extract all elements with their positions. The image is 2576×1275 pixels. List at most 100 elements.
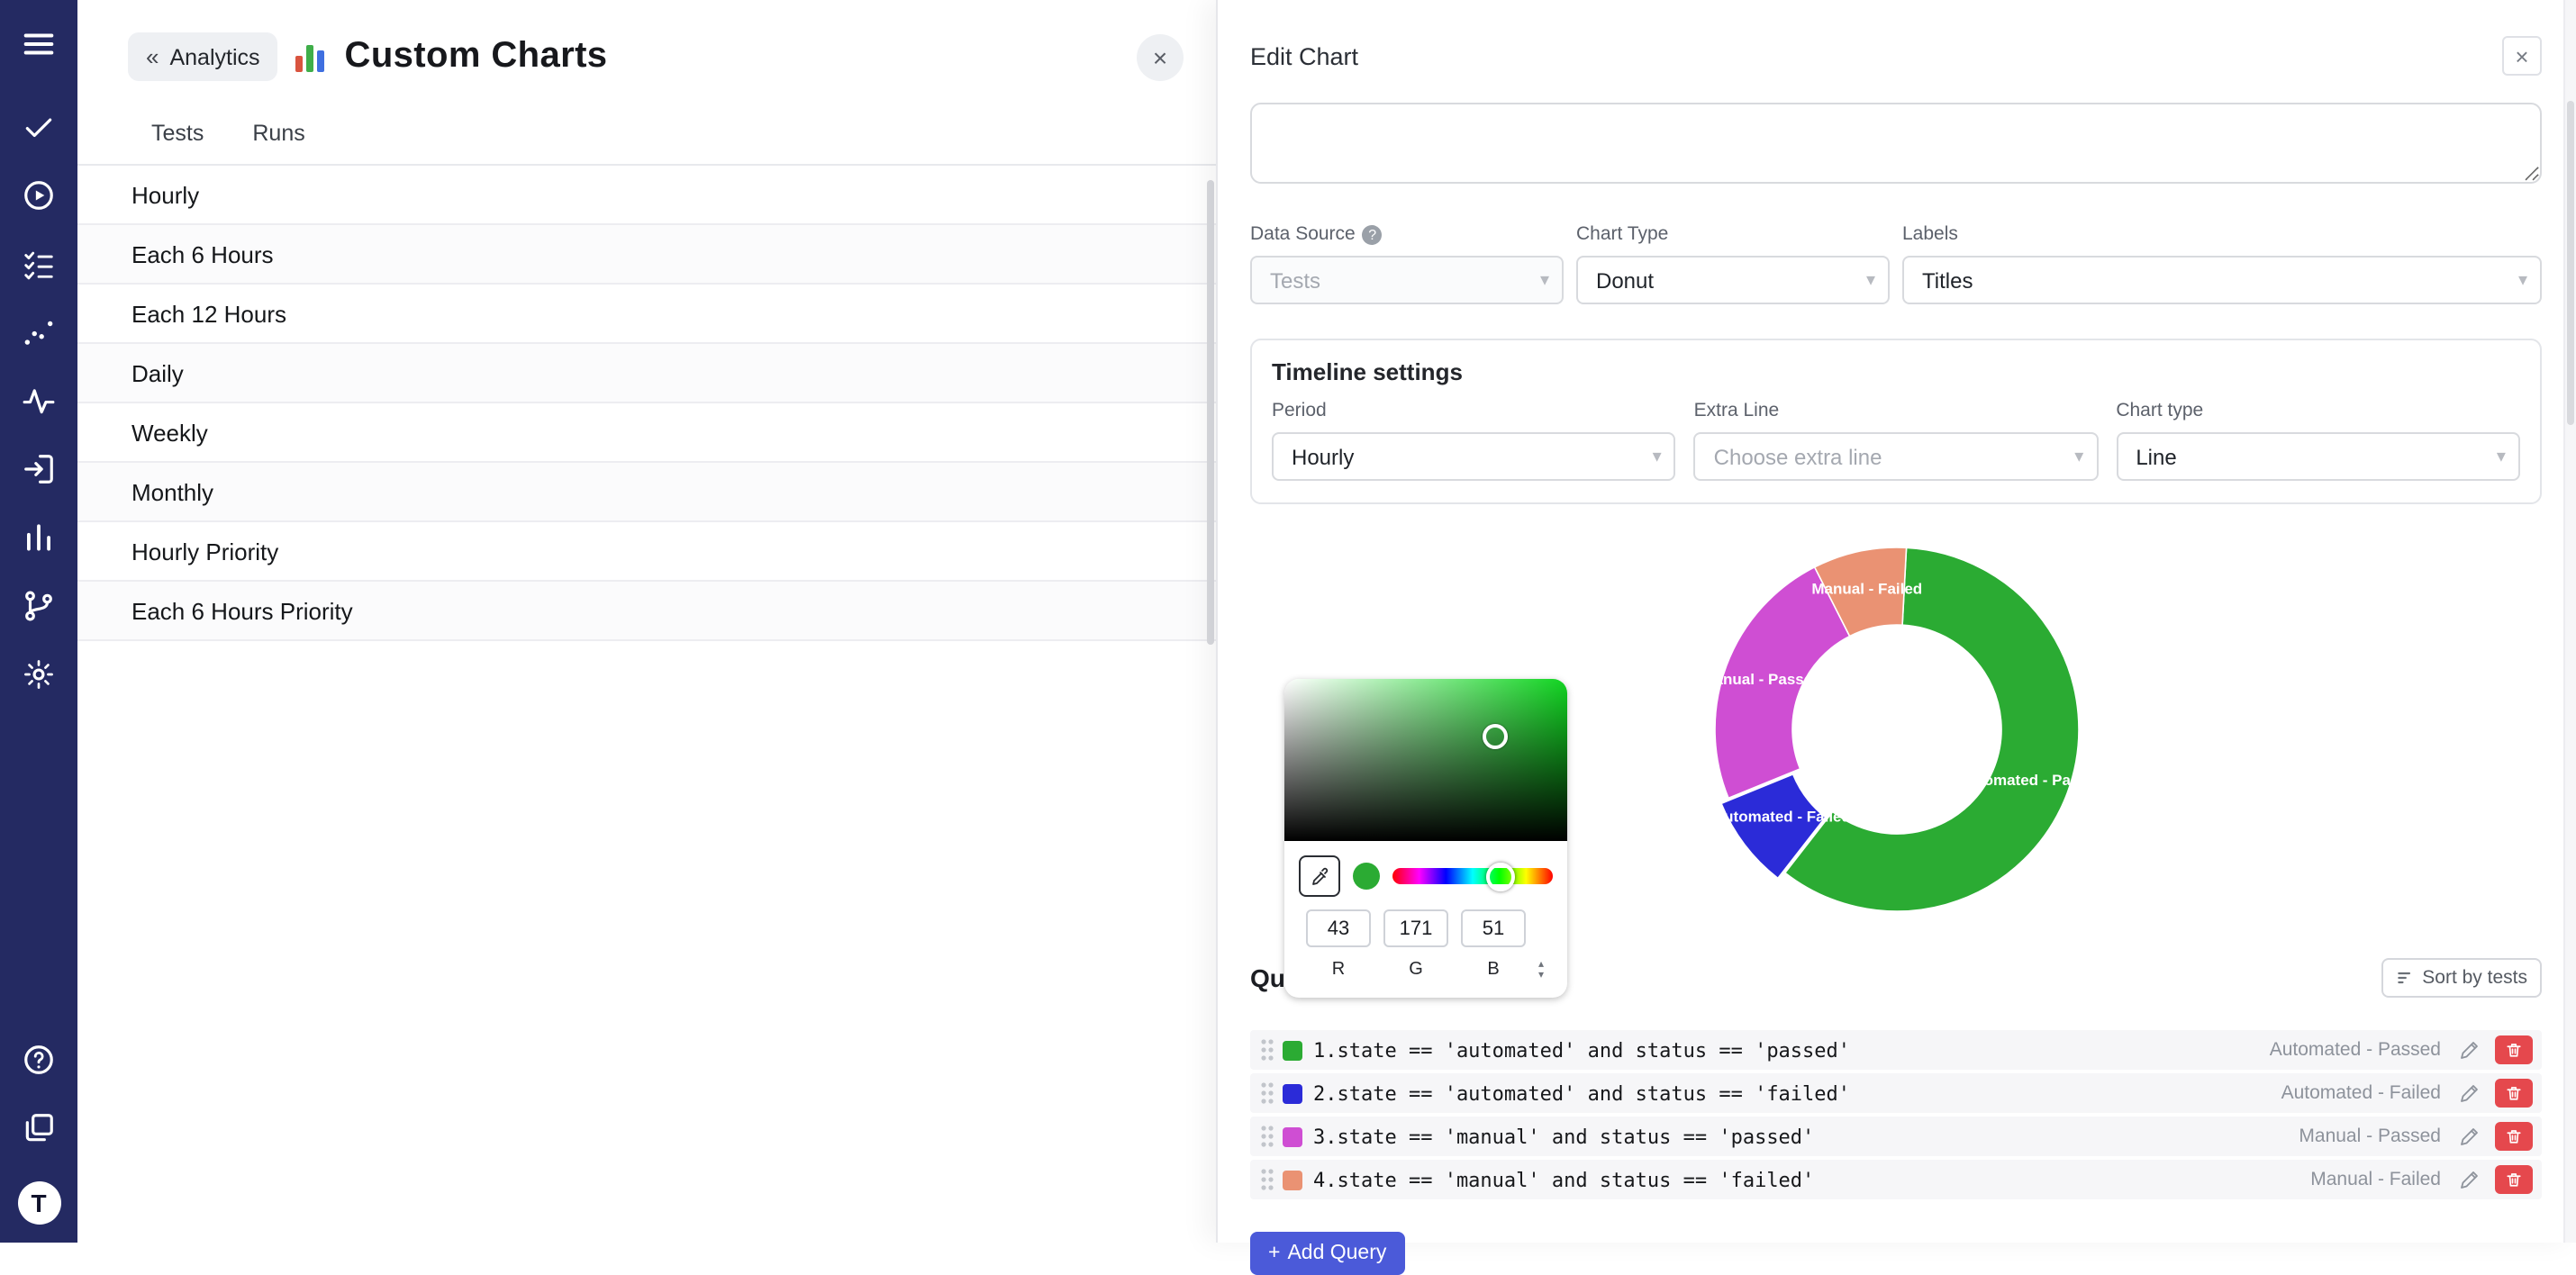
chart-type-select[interactable]: Donut ▾ [1576, 256, 1890, 304]
list-item[interactable]: Hourly [77, 166, 1216, 225]
donut-segment-label: Manual - Failed [1810, 580, 1921, 597]
hue-slider[interactable] [1392, 868, 1553, 884]
saturation-area[interactable] [1284, 679, 1567, 841]
drag-handle-icon [1261, 1126, 1274, 1147]
app-logo[interactable]: T [17, 1181, 60, 1225]
runs-play-icon[interactable] [21, 176, 57, 212]
extra-line-select[interactable]: Choose extra line ▾ [1694, 432, 2099, 481]
trash-icon [2506, 1084, 2522, 1102]
eyedropper-button[interactable] [1299, 855, 1340, 897]
list-item[interactable]: Weekly [77, 403, 1216, 463]
list-item[interactable]: Each 6 Hours Priority [77, 582, 1216, 641]
edit-pencil-icon [2459, 1169, 2481, 1190]
color-picker-popup: R G B ▴▾ [1284, 679, 1567, 998]
sort-icon [2395, 969, 2413, 987]
delete-query-button[interactable] [2495, 1122, 2533, 1151]
edit-chart-panel: Edit Chart × Data Source ? Tests ▾ [1216, 0, 2576, 1243]
edit-chart-title: Edit Chart [1250, 42, 1358, 69]
list-item[interactable]: Each 6 Hours [77, 225, 1216, 285]
chart-description-textarea[interactable] [1250, 103, 2542, 184]
edit-query-button[interactable] [2459, 1039, 2481, 1061]
hue-handle[interactable] [1485, 862, 1514, 891]
delete-query-button[interactable] [2495, 1079, 2533, 1108]
menu-icon[interactable] [21, 25, 57, 61]
drag-handle[interactable] [1261, 1039, 1274, 1061]
extra-line-field: Extra Line Choose extra line ▾ [1694, 400, 2099, 481]
test-list-icon[interactable] [21, 245, 57, 281]
window-scrollbar[interactable] [2563, 0, 2576, 1243]
chevron-down-icon: ▾ [2497, 447, 2506, 466]
sidebar-bottom-icons: T [17, 1041, 60, 1225]
trash-icon [2506, 1041, 2522, 1059]
list-item[interactable]: Daily [77, 344, 1216, 403]
settings-icon[interactable] [21, 656, 57, 692]
charts-list: HourlyEach 6 HoursEach 12 HoursDailyWeek… [77, 166, 1216, 1243]
import-icon[interactable] [21, 450, 57, 486]
custom-charts-header: « Analytics Custom Charts × [77, 0, 1216, 81]
tab-runs[interactable]: Runs [252, 121, 304, 164]
sort-by-tests-button[interactable]: Sort by tests [2381, 958, 2542, 998]
list-item[interactable]: Monthly [77, 463, 1216, 522]
drag-handle-icon [1261, 1082, 1274, 1104]
query-color-swatch[interactable] [1283, 1126, 1302, 1146]
analytics-icon[interactable] [21, 519, 57, 555]
back-to-analytics-button[interactable]: « Analytics [128, 32, 278, 81]
query-label: Automated - Passed [2270, 1039, 2441, 1061]
close-edit-chart-button[interactable]: × [2502, 36, 2542, 76]
chart-settings-row: Data Source ? Tests ▾ Chart Type Donut ▾ [1250, 223, 2542, 304]
red-input[interactable] [1306, 909, 1371, 947]
help-icon[interactable] [21, 1041, 57, 1077]
query-color-swatch[interactable] [1283, 1040, 1302, 1060]
labels-field: Labels Titles ▾ [1902, 223, 2542, 304]
projects-icon[interactable] [21, 1109, 57, 1145]
help-icon[interactable]: ? [1363, 224, 1383, 244]
query-label: Manual - Passed [2299, 1126, 2441, 1147]
edit-pencil-icon [2459, 1039, 2481, 1061]
query-code: 1.state == 'automated' and status == 'pa… [1313, 1038, 1850, 1062]
drag-handle[interactable] [1261, 1082, 1274, 1104]
query-row: 1.state == 'automated' and status == 'pa… [1250, 1030, 2542, 1070]
query-color-swatch[interactable] [1283, 1170, 1302, 1189]
drag-handle[interactable] [1261, 1126, 1274, 1147]
edit-query-button[interactable] [2459, 1169, 2481, 1190]
drag-handle-icon [1261, 1039, 1274, 1061]
blue-input[interactable] [1461, 909, 1526, 947]
list-item[interactable]: Hourly Priority [77, 522, 1216, 582]
chevron-down-icon: ▾ [2518, 270, 2527, 290]
list-item[interactable]: Each 12 Hours [77, 285, 1216, 344]
branches-icon[interactable] [21, 587, 57, 623]
chevron-down-icon: ▾ [1653, 447, 1662, 466]
query-color-swatch[interactable] [1283, 1083, 1302, 1103]
close-panel-button[interactable]: × [1137, 33, 1184, 80]
add-query-button[interactable]: + Add Query [1250, 1232, 1404, 1275]
left-panel-scrollbar[interactable] [1207, 180, 1214, 645]
custom-charts-panel: « Analytics Custom Charts × Tests Runs H… [77, 0, 1216, 1243]
tasks-icon[interactable] [21, 108, 57, 144]
period-select[interactable]: Hourly ▾ [1272, 432, 1676, 481]
extra-line-label: Extra Line [1694, 400, 2099, 421]
labels-label: Labels [1902, 223, 2542, 245]
query-code: 3.state == 'manual' and status == 'passe… [1313, 1125, 1814, 1148]
saturation-cursor[interactable] [1483, 723, 1508, 748]
color-mode-toggle[interactable]: ▴▾ [1538, 960, 1544, 981]
trend-icon[interactable] [21, 313, 57, 349]
close-icon: × [2515, 42, 2528, 69]
green-input[interactable] [1383, 909, 1448, 947]
trash-icon [2506, 1127, 2522, 1145]
query-rows: 1.state == 'automated' and status == 'pa… [1250, 1030, 2542, 1199]
edit-chart-header: Edit Chart × [1250, 36, 2542, 76]
back-button-label: Analytics [169, 44, 259, 69]
timeline-chart-type-select[interactable]: Line ▾ [2116, 432, 2520, 481]
delete-query-button[interactable] [2495, 1165, 2533, 1194]
tab-tests[interactable]: Tests [151, 121, 204, 164]
labels-select[interactable]: Titles ▾ [1902, 256, 2542, 304]
close-icon: × [1153, 42, 1167, 71]
delete-query-button[interactable] [2495, 1035, 2533, 1064]
timeline-chart-type-field: Chart type Line ▾ [2116, 400, 2520, 481]
data-source-select[interactable]: Tests ▾ [1250, 256, 1564, 304]
drag-handle[interactable] [1261, 1169, 1274, 1190]
edit-query-button[interactable] [2459, 1082, 2481, 1104]
donut-chart[interactable]: Automated - PassedAutomated - FailedManu… [1689, 522, 2103, 936]
pulse-icon[interactable] [21, 382, 57, 418]
edit-query-button[interactable] [2459, 1126, 2481, 1147]
